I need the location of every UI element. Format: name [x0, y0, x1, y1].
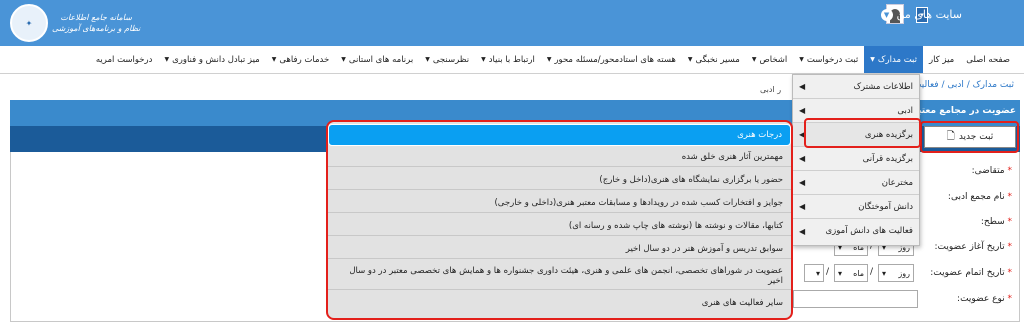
nav-item-desk[interactable]: میز کار [923, 46, 960, 73]
nav-item-military-request[interactable]: درخواست امریه [90, 46, 159, 73]
caret-down-icon: ▼ [546, 56, 552, 63]
nav-item-register-docs[interactable]: ثبت مدارک ▼ [864, 46, 923, 73]
top-header: ✦ سامانه جامع اطلاعات نظام و برنامه‌های … [0, 0, 1024, 46]
submenu-item-art-degrees[interactable]: درجات هنری [328, 124, 791, 146]
nav-item-welfare[interactable]: خدمات رفاهی ▼ [266, 46, 336, 73]
caret-down-icon: ▼ [687, 56, 693, 63]
nav-item-core-groups[interactable]: هسته های استادمحور/مسئله محور ▼ [541, 46, 682, 73]
arrow-left-icon: ◀ [799, 154, 806, 163]
label-level: * سطح: [980, 217, 1012, 227]
my-sites-menu[interactable]: ▼ سایت های من [880, 8, 962, 21]
panel-title: عضویت در مجامع معتبر ا [906, 106, 1016, 116]
breadcrumb[interactable]: ثبت مدارک / ادبی / فعالیت [913, 80, 1014, 90]
label-start-date: * تاریخ آغاز عضویت: [934, 242, 1013, 252]
submenu-item-awards[interactable]: جوایز و افتخارات کسب شده در رویدادها و م… [328, 193, 791, 213]
highlight-box-art-elite [804, 118, 921, 148]
logo-text: سامانه جامع اطلاعات نظام و برنامه‌های آم… [52, 13, 141, 33]
label-end-date: * تاریخ اتمام عضویت: [930, 268, 1012, 278]
nav-item-elite-path[interactable]: مسیر نخبگی ▼ [682, 46, 746, 73]
end-year-select[interactable]: ▾ [804, 264, 824, 282]
caret-down-icon: ▼ [799, 56, 804, 63]
menu-item-shared-info[interactable]: اطلاعات مشترک ◀ [793, 75, 919, 99]
register-docs-dropdown: اطلاعات مشترک ◀ ادبی ◀ برگزیده هنری ◀ برگزی… [792, 74, 920, 246]
nav-item-survey[interactable]: نظرسنجی ▼ [419, 46, 475, 73]
submenu-item-exhibitions[interactable]: حضور یا برگزاری نمایشگاه های هنری(داخل و… [328, 170, 791, 190]
date-separator: / [870, 267, 874, 277]
end-day-select[interactable]: روز ▾ [878, 264, 914, 282]
arrow-left-icon: ◀ [799, 82, 806, 91]
submenu-item-publications[interactable]: کتابها، مقالات و نوشته ها (نوشته های چاپ… [328, 216, 791, 236]
caret-down-icon: ▼ [341, 56, 346, 63]
caret-down-icon: ▼ [481, 56, 486, 63]
caret-down-icon: ▼ [164, 56, 170, 63]
date-separator: / [826, 267, 830, 277]
main-nav: صفحه اصلی میز کار ثبت مدارک ▼ ثبت درخواست… [0, 46, 1024, 74]
submenu-item-councils[interactable]: عضویت در شوراهای تخصصی، انجمن های علمی و… [328, 262, 791, 290]
arrow-left-icon: ◀ [799, 226, 806, 236]
my-sites-label: سایت های من [896, 8, 962, 21]
nav-item-home[interactable]: صفحه اصلی [960, 46, 1016, 73]
caret-down-icon: ▼ [425, 56, 430, 63]
label-membership-type: * نوع عضویت: [957, 294, 1012, 304]
membership-type-field[interactable] [793, 290, 918, 308]
breadcrumb-sub: ر ادبی [760, 85, 782, 94]
menu-item-inventors[interactable]: مخترعان ◀ [793, 171, 919, 195]
menu-item-student-activities[interactable]: فعالیت های دانش آموزی ◀ [793, 219, 919, 243]
arrow-left-icon: ◀ [799, 106, 806, 115]
caret-down-icon: ▼ [271, 56, 277, 63]
highlight-box-new-button [920, 121, 1019, 153]
menu-item-quran-elite[interactable]: برگزیده قرآنی ◀ [793, 147, 919, 171]
logo-emblem-icon: ✦ [10, 4, 48, 42]
caret-down-icon: ▼ [751, 56, 757, 63]
art-elite-submenu: درجات هنری مهمترین آثار هنری خلق شده حضو… [326, 120, 793, 320]
chevron-down-icon: ▼ [880, 8, 893, 21]
nav-item-knowledge-exchange[interactable]: میز تبادل دانش و فناوری ▼ [158, 46, 265, 73]
site-logo[interactable]: ✦ سامانه جامع اطلاعات نظام و برنامه‌های … [10, 3, 160, 43]
nav-item-persons[interactable]: اشخاص ▼ [746, 46, 793, 73]
submenu-item-art-works[interactable]: مهمترین آثار هنری خلق شده [328, 147, 791, 167]
nav-item-foundation-contact[interactable]: ارتباط با بنیاد ▼ [475, 46, 541, 73]
nav-item-provincial[interactable]: برنامه های استانی ▼ [335, 46, 419, 73]
menu-item-graduates[interactable]: دانش آموختگان ◀ [793, 195, 919, 219]
caret-down-icon: ▼ [870, 56, 875, 63]
submenu-item-teaching[interactable]: سوابق تدریس و آموزش هنر در دو سال اخیر [328, 239, 791, 259]
nav-item-register-request[interactable]: ثبت درخواست ▼ [793, 46, 864, 73]
submenu-item-other[interactable]: سایر فعالیت های هنری [328, 293, 791, 313]
arrow-left-icon: ◀ [799, 178, 806, 187]
label-applicant: * متقاضی: [971, 166, 1012, 176]
label-association-name: * نام مجمع ادبی: [947, 192, 1012, 202]
end-month-select[interactable]: ماه ▾ [834, 264, 868, 282]
arrow-left-icon: ◀ [799, 202, 806, 211]
